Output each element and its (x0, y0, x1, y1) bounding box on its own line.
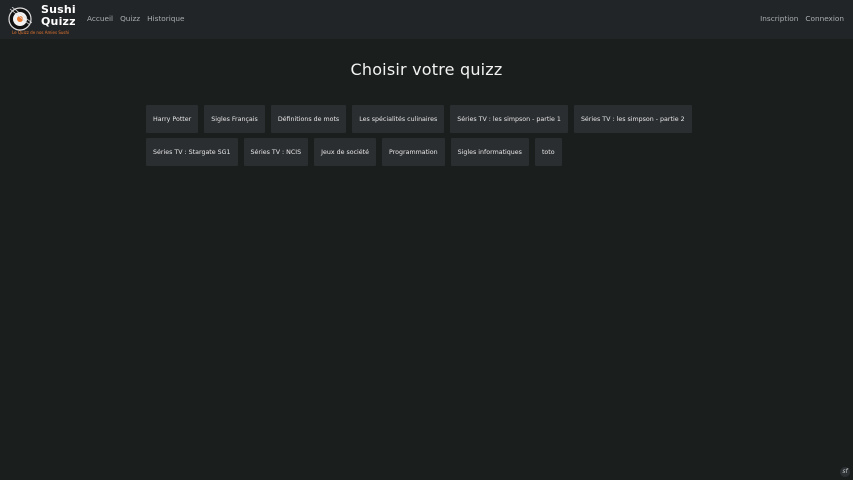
quiz-button-stargate-sg1[interactable]: Séries TV : Stargate SG1 (146, 138, 238, 166)
nav-left: Accueil Quizz Historique (87, 14, 185, 24)
brand-title-line2: Quizz (41, 15, 76, 28)
quiz-button-sigles-francais[interactable]: Sigles Français (204, 105, 265, 133)
quiz-button-programmation[interactable]: Programmation (382, 138, 445, 166)
page-title: Choisir votre quizz (350, 60, 503, 79)
quiz-list-row-1: Harry Potter Sigles Français Définitions… (146, 105, 692, 133)
nav-link-connexion[interactable]: Connexion (805, 14, 844, 24)
nav-link-historique[interactable]: Historique (147, 14, 184, 24)
sushi-roll-icon (8, 7, 32, 31)
quiz-button-sigles-informatiques[interactable]: Sigles informatiques (450, 138, 529, 166)
brand-tagline: Le Quizz de nos Amies Sushi (12, 30, 70, 35)
symfony-icon[interactable]: sf (840, 467, 850, 477)
nav-right: Inscription Connexion (760, 14, 844, 24)
quiz-button-jeux-de-societe[interactable]: Jeux de société (314, 138, 377, 166)
nav-link-quizz[interactable]: Quizz (120, 14, 140, 24)
quiz-button-harry-potter[interactable]: Harry Potter (146, 105, 199, 133)
quiz-button-ncis[interactable]: Séries TV : NCIS (243, 138, 309, 166)
navbar: Sushi Quizz Le Quizz de nos Amies Sushi … (0, 0, 853, 39)
brand-logo[interactable]: Sushi Quizz Le Quizz de nos Amies Sushi (8, 4, 78, 36)
quiz-button-definitions-de-mots[interactable]: Définitions de mots (270, 105, 347, 133)
quiz-list-row-2: Séries TV : Stargate SG1 Séries TV : NCI… (146, 138, 562, 166)
nav-link-accueil[interactable]: Accueil (87, 14, 113, 24)
quiz-button-specialites-culinaires[interactable]: Les spécialités culinaires (352, 105, 445, 133)
quiz-button-simpson-partie-2[interactable]: Séries TV : les simpson - partie 2 (573, 105, 692, 133)
quiz-button-toto[interactable]: toto (534, 138, 562, 166)
brand-title: Sushi Quizz (41, 4, 76, 28)
nav-link-inscription[interactable]: Inscription (760, 14, 798, 24)
quiz-button-simpson-partie-1[interactable]: Séries TV : les simpson - partie 1 (450, 105, 568, 133)
